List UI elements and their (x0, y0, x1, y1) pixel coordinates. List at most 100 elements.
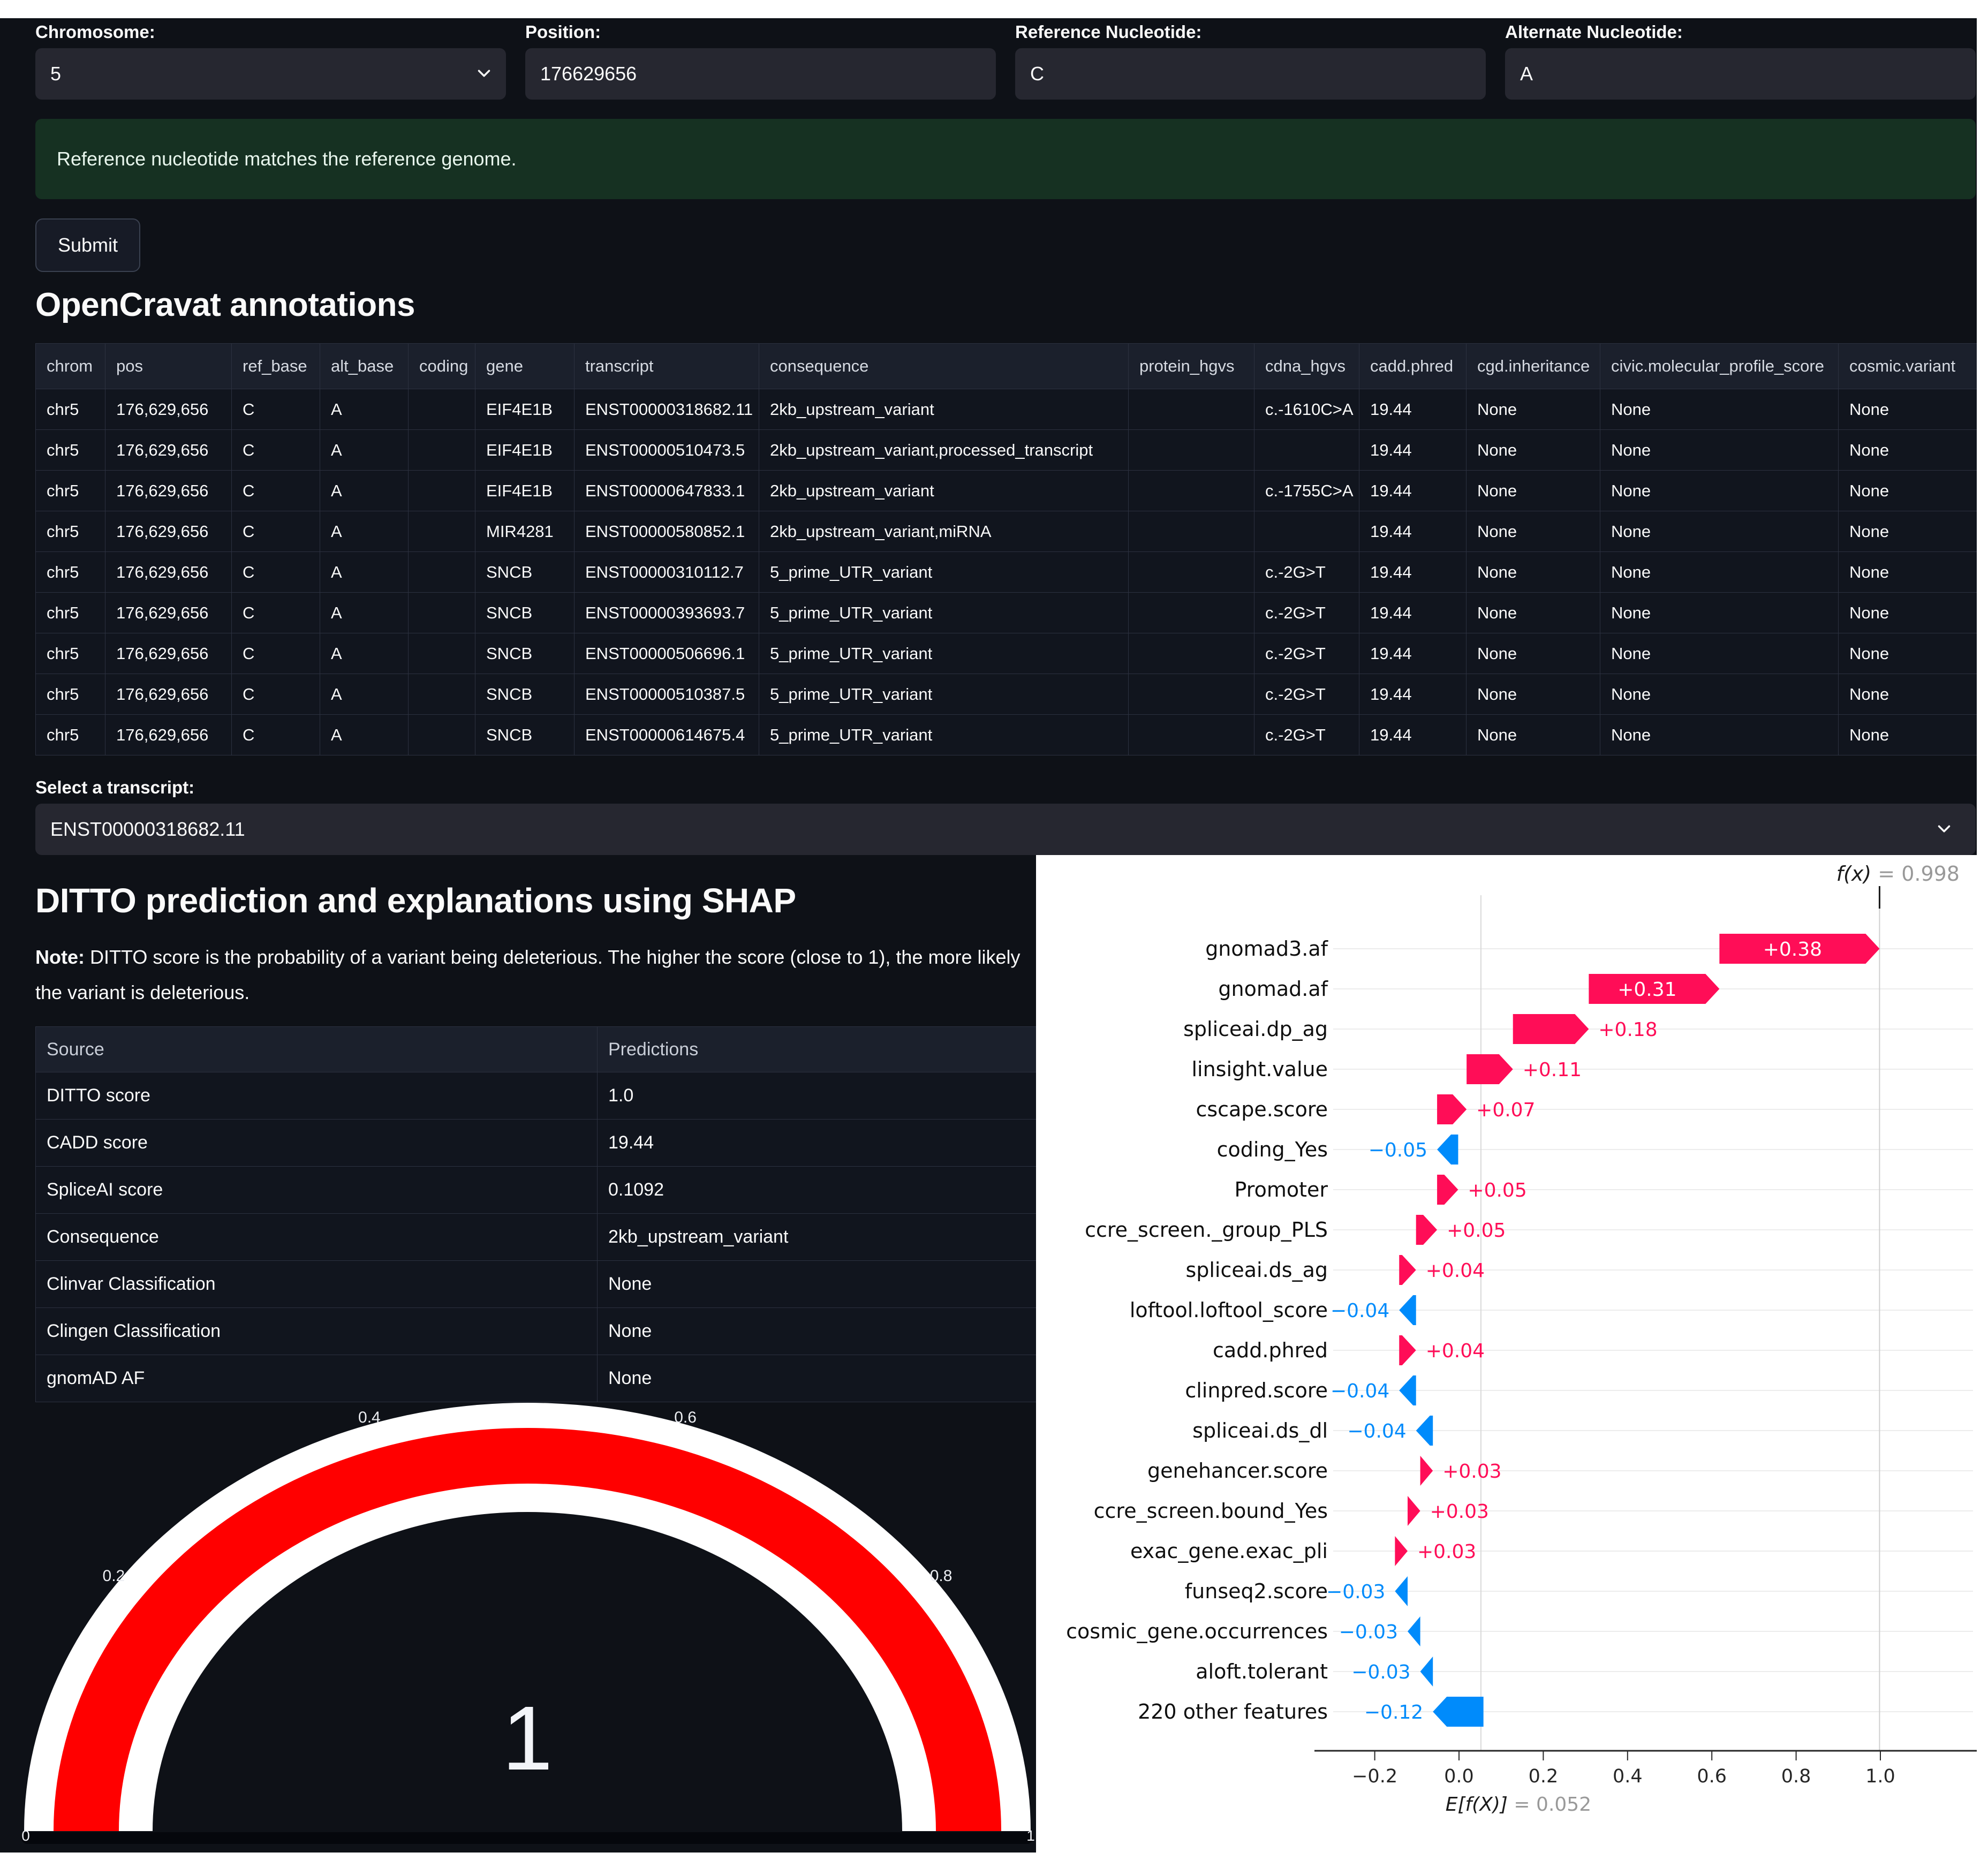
alternate-nucleotide-input[interactable]: A (1505, 48, 1976, 100)
table-cell[interactable]: C (232, 715, 320, 755)
table-cell[interactable]: C (232, 430, 320, 471)
table-cell[interactable] (1129, 389, 1254, 430)
table-cell[interactable]: A (320, 389, 409, 430)
table-cell[interactable]: 5_prime_UTR_variant (759, 593, 1129, 633)
position-input[interactable]: 176629656 (525, 48, 996, 100)
table-cell[interactable]: 176,629,656 (105, 593, 232, 633)
table-cell[interactable]: 5_prime_UTR_variant (759, 552, 1129, 593)
table-cell[interactable]: 19.44 (1359, 389, 1467, 430)
table-cell[interactable]: None (1467, 633, 1600, 674)
table-cell[interactable]: None (1467, 389, 1600, 430)
table-cell[interactable]: ENST00000510387.5 (575, 674, 759, 715)
table-cell[interactable]: 19.44 (1359, 552, 1467, 593)
table-cell[interactable]: chr5 (36, 715, 105, 755)
table-cell[interactable]: C (232, 674, 320, 715)
table-cell[interactable]: None (1467, 593, 1600, 633)
table-cell[interactable] (1129, 552, 1254, 593)
table-cell[interactable]: SNCB (475, 552, 575, 593)
table-cell[interactable]: EIF4E1B (475, 471, 575, 511)
table-cell[interactable]: None (1467, 511, 1600, 552)
column-header[interactable]: cosmic.variant (1839, 344, 1977, 389)
table-cell[interactable]: chr5 (36, 430, 105, 471)
table-cell[interactable]: ENST00000510473.5 (575, 430, 759, 471)
table-cell[interactable]: chr5 (36, 633, 105, 674)
table-cell[interactable]: C (232, 633, 320, 674)
table-cell[interactable]: None (1839, 430, 1977, 471)
table-cell[interactable] (1129, 511, 1254, 552)
table-cell[interactable]: ENST00000580852.1 (575, 511, 759, 552)
table-cell[interactable]: None (1600, 511, 1839, 552)
table-cell[interactable]: None (1839, 593, 1977, 633)
column-header[interactable]: alt_base (320, 344, 409, 389)
table-cell[interactable] (1129, 471, 1254, 511)
table-cell[interactable]: SNCB (475, 674, 575, 715)
table-cell[interactable]: 19.44 (1359, 633, 1467, 674)
table-cell[interactable]: MIR4281 (475, 511, 575, 552)
table-cell[interactable] (409, 633, 475, 674)
column-header[interactable]: coding (409, 344, 475, 389)
table-cell[interactable]: c.-2G>T (1254, 633, 1359, 674)
column-header[interactable]: cdna_hgvs (1254, 344, 1359, 389)
table-cell[interactable]: None (1467, 552, 1600, 593)
table-cell[interactable] (1254, 511, 1359, 552)
table-cell[interactable]: 2kb_upstream_variant (759, 471, 1129, 511)
table-cell[interactable]: c.-1610C>A (1254, 389, 1359, 430)
table-cell[interactable]: 176,629,656 (105, 674, 232, 715)
table-cell[interactable]: None (1839, 511, 1977, 552)
table-cell[interactable]: None (1467, 715, 1600, 755)
table-cell[interactable]: 176,629,656 (105, 511, 232, 552)
table-cell[interactable]: 19.44 (1359, 471, 1467, 511)
table-cell[interactable]: 176,629,656 (105, 552, 232, 593)
column-header[interactable]: consequence (759, 344, 1129, 389)
table-cell[interactable] (409, 430, 475, 471)
table-cell[interactable]: 19.44 (1359, 430, 1467, 471)
table-cell[interactable]: 5_prime_UTR_variant (759, 674, 1129, 715)
chromosome-select[interactable]: 5 (35, 48, 506, 100)
table-cell[interactable]: 2kb_upstream_variant,processed_transcrip… (759, 430, 1129, 471)
table-cell[interactable]: ENST00000318682.11 (575, 389, 759, 430)
table-cell[interactable]: None (1600, 389, 1839, 430)
table-cell[interactable]: None (1600, 471, 1839, 511)
table-cell[interactable]: DITTO score (36, 1072, 598, 1120)
table-cell[interactable] (1129, 715, 1254, 755)
table-cell[interactable]: EIF4E1B (475, 389, 575, 430)
table-cell[interactable]: None (1600, 430, 1839, 471)
table-cell[interactable]: chr5 (36, 674, 105, 715)
table-cell[interactable] (409, 511, 475, 552)
table-cell[interactable]: C (232, 511, 320, 552)
table-cell[interactable]: C (232, 552, 320, 593)
table-cell[interactable]: 176,629,656 (105, 633, 232, 674)
table-cell[interactable]: chr5 (36, 552, 105, 593)
table-cell[interactable]: None (1600, 715, 1839, 755)
table-cell[interactable]: ENST00000393693.7 (575, 593, 759, 633)
table-cell[interactable]: Clingen Classification (36, 1308, 598, 1355)
table-cell[interactable]: None (1839, 715, 1977, 755)
column-header[interactable]: ref_base (232, 344, 320, 389)
table-cell[interactable]: SNCB (475, 715, 575, 755)
table-cell[interactable] (1129, 430, 1254, 471)
table-cell[interactable]: 19.44 (1359, 593, 1467, 633)
table-cell[interactable]: A (320, 511, 409, 552)
table-cell[interactable]: ENST00000614675.4 (575, 715, 759, 755)
submit-button[interactable]: Submit (35, 218, 140, 272)
table-cell[interactable]: None (1839, 674, 1977, 715)
table-cell[interactable]: None (1839, 471, 1977, 511)
table-cell[interactable] (409, 389, 475, 430)
table-cell[interactable]: A (320, 430, 409, 471)
column-header[interactable]: transcript (575, 344, 759, 389)
column-header[interactable]: protein_hgvs (1129, 344, 1254, 389)
table-cell[interactable] (409, 674, 475, 715)
table-cell[interactable]: C (232, 593, 320, 633)
table-cell[interactable]: SNCB (475, 633, 575, 674)
table-cell[interactable]: A (320, 674, 409, 715)
table-cell[interactable]: 19.44 (1359, 511, 1467, 552)
table-cell[interactable]: Consequence (36, 1214, 598, 1261)
table-cell[interactable]: 5_prime_UTR_variant (759, 633, 1129, 674)
table-cell[interactable]: c.-2G>T (1254, 552, 1359, 593)
column-header[interactable]: gene (475, 344, 575, 389)
table-cell[interactable]: None (1600, 633, 1839, 674)
table-cell[interactable]: None (1839, 633, 1977, 674)
table-cell[interactable]: chr5 (36, 593, 105, 633)
table-cell[interactable]: c.-2G>T (1254, 674, 1359, 715)
table-cell[interactable] (1129, 633, 1254, 674)
